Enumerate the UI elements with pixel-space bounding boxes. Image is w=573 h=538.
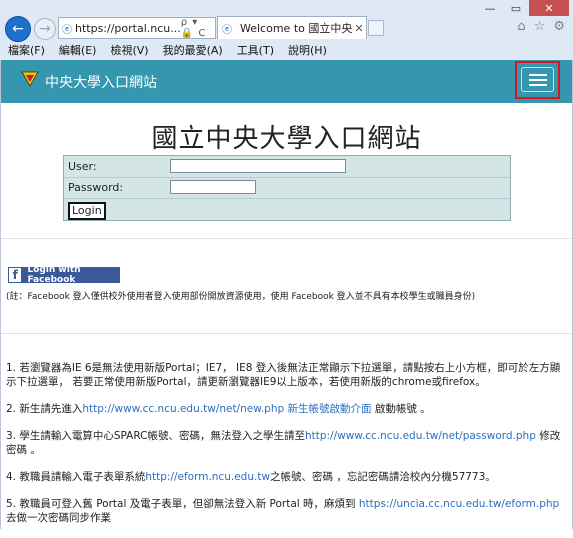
eform-link[interactable]: http://eform.ncu.edu.tw (145, 471, 270, 483)
menu-view[interactable]: 檢視(V) (110, 42, 148, 58)
password-link[interactable]: http://www.cc.ncu.edu.tw/net/password.ph… (305, 430, 536, 442)
notice-item: 3. 學生請輸入電算中心SPARC帳號、密碼，無法登入之學生請至http://w… (6, 430, 561, 456)
notice-item: 5. 教職員可登入舊 Portal 及電子表單，但卻無法登入新 Portal 時… (6, 498, 560, 524)
new-student-link[interactable]: http://www.cc.ncu.edu.tw/net/new.php 新生帳… (82, 403, 371, 415)
facebook-note: (註：Facebook 登入僅供校外使用者登入使用部份開放資源使用，使用 Fac… (6, 292, 476, 302)
page-title: 國立中央大學入口網站 (151, 124, 422, 154)
notice-item: 4. 教職員請輸入電子表單系統http://eform.ncu.edu.tw之帳… (6, 471, 496, 483)
new-tab-button[interactable] (368, 20, 384, 36)
notice-item: 2. 新生請先進入http://www.cc.ncu.edu.tw/net/ne… (6, 403, 431, 415)
password-row: Password: (64, 177, 510, 199)
close-tab-icon[interactable]: ✕ (352, 22, 366, 35)
ie-favicon-icon: ⓔ (62, 25, 72, 36)
menu-bar: 檔案(F) 編輯(E) 檢視(V) 我的最愛(A) 工具(T) 說明(H) (0, 41, 573, 59)
facebook-button-label: Login with Facebook (27, 265, 81, 285)
password-label: Password: (68, 181, 124, 194)
facebook-login-button[interactable]: f Login with Facebook (8, 265, 120, 285)
favorites-star-icon[interactable]: ☆ (534, 19, 546, 34)
gear-icon[interactable]: ⚙ (553, 19, 565, 34)
browser-right-icons: ⌂ ☆ ⚙ (517, 19, 565, 34)
user-label: User: (68, 160, 97, 173)
window-controls: — ▭ ✕ (477, 0, 569, 16)
browser-chrome: — ▭ ✕ ← → ⓔ https://portal.ncu... ρ ▾ 🔒 … (0, 0, 573, 61)
hamburger-icon (528, 73, 547, 76)
notice-list: 1. 若瀏覽器為IE 6是無法使用新版Portal；IE7， IE8 登入後無法… (6, 361, 568, 538)
facebook-icon: f (9, 268, 22, 282)
login-button[interactable]: Login (68, 202, 106, 220)
site-navbar: 中央大學入口網站 (1, 60, 572, 103)
menu-file[interactable]: 檔案(F) (8, 42, 45, 58)
address-tools[interactable]: ρ ▾ 🔒 C (181, 17, 215, 39)
maximize-button[interactable]: ▭ (503, 0, 529, 16)
login-form: User: Password: Login (63, 155, 511, 221)
menu-favorites[interactable]: 我的最愛(A) (163, 42, 223, 58)
forward-button[interactable]: → (34, 18, 56, 40)
user-row: User: (64, 156, 510, 178)
menu-edit[interactable]: 編輯(E) (59, 42, 97, 58)
home-icon[interactable]: ⌂ (517, 19, 525, 34)
divider (1, 238, 572, 239)
menu-help[interactable]: 說明(H) (288, 42, 327, 58)
page-favicon-icon: ⓔ (222, 24, 232, 36)
forward-arrow-icon: → (39, 21, 51, 37)
password-input[interactable] (170, 180, 256, 194)
uncia-link[interactable]: https://uncia.cc.ncu.edu.tw/eform.php (359, 498, 559, 510)
back-arrow-icon: ← (12, 21, 24, 37)
hamburger-menu-button[interactable] (521, 67, 554, 92)
tab-title: Welcome to 國立中央大學... (240, 22, 352, 35)
menu-tools[interactable]: 工具(T) (237, 42, 274, 58)
minimize-button[interactable]: — (477, 0, 503, 16)
site-brand[interactable]: 中央大學入口網站 (45, 72, 157, 92)
divider (1, 333, 572, 334)
notice-item: 1. 若瀏覽器為IE 6是無法使用新版Portal；IE7， IE8 登入後無法… (6, 362, 561, 388)
address-text[interactable]: https://portal.ncu... (75, 22, 181, 35)
close-window-button[interactable]: ✕ (529, 0, 569, 16)
address-bar[interactable]: ⓔ https://portal.ncu... ρ ▾ 🔒 C (58, 17, 216, 39)
page-viewport: 中央大學入口網站 國立中央大學入口網站 User: Password: Logi… (0, 60, 573, 529)
back-button[interactable]: ← (5, 16, 31, 42)
ncu-logo-icon (21, 71, 39, 87)
browser-tab[interactable]: ⓔ Welcome to 國立中央大學... ✕ (217, 16, 367, 39)
user-input[interactable] (170, 159, 346, 173)
